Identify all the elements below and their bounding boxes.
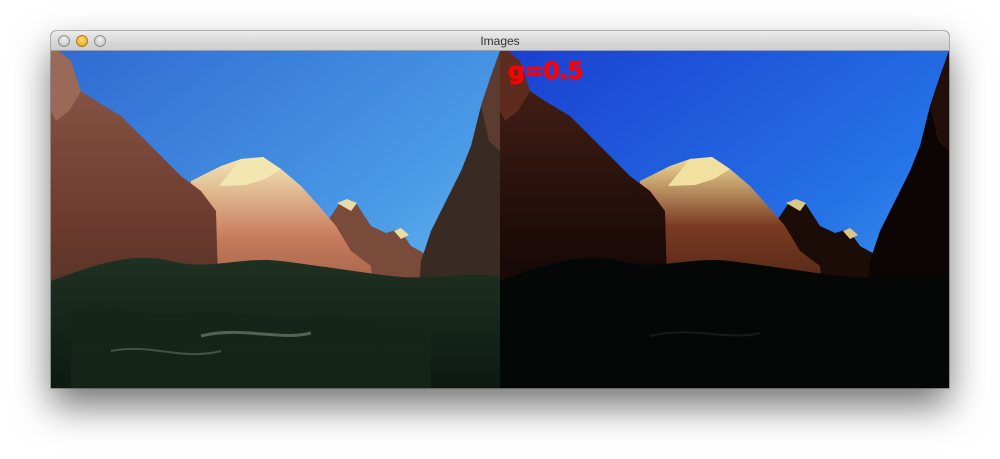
window-title: Images: [480, 34, 520, 48]
desktop: Images g=0.5: [0, 0, 1000, 459]
image-window: Images g=0.5: [51, 31, 949, 388]
title-bar[interactable]: Images: [51, 31, 949, 51]
adjusted-image: g=0.5: [500, 51, 949, 388]
original-image: [51, 51, 500, 388]
image-canvas: g=0.5: [51, 51, 949, 388]
canyon-photo-original: [51, 51, 500, 388]
canyon-photo-gamma: [500, 51, 949, 388]
gamma-label: g=0.5: [508, 57, 584, 86]
